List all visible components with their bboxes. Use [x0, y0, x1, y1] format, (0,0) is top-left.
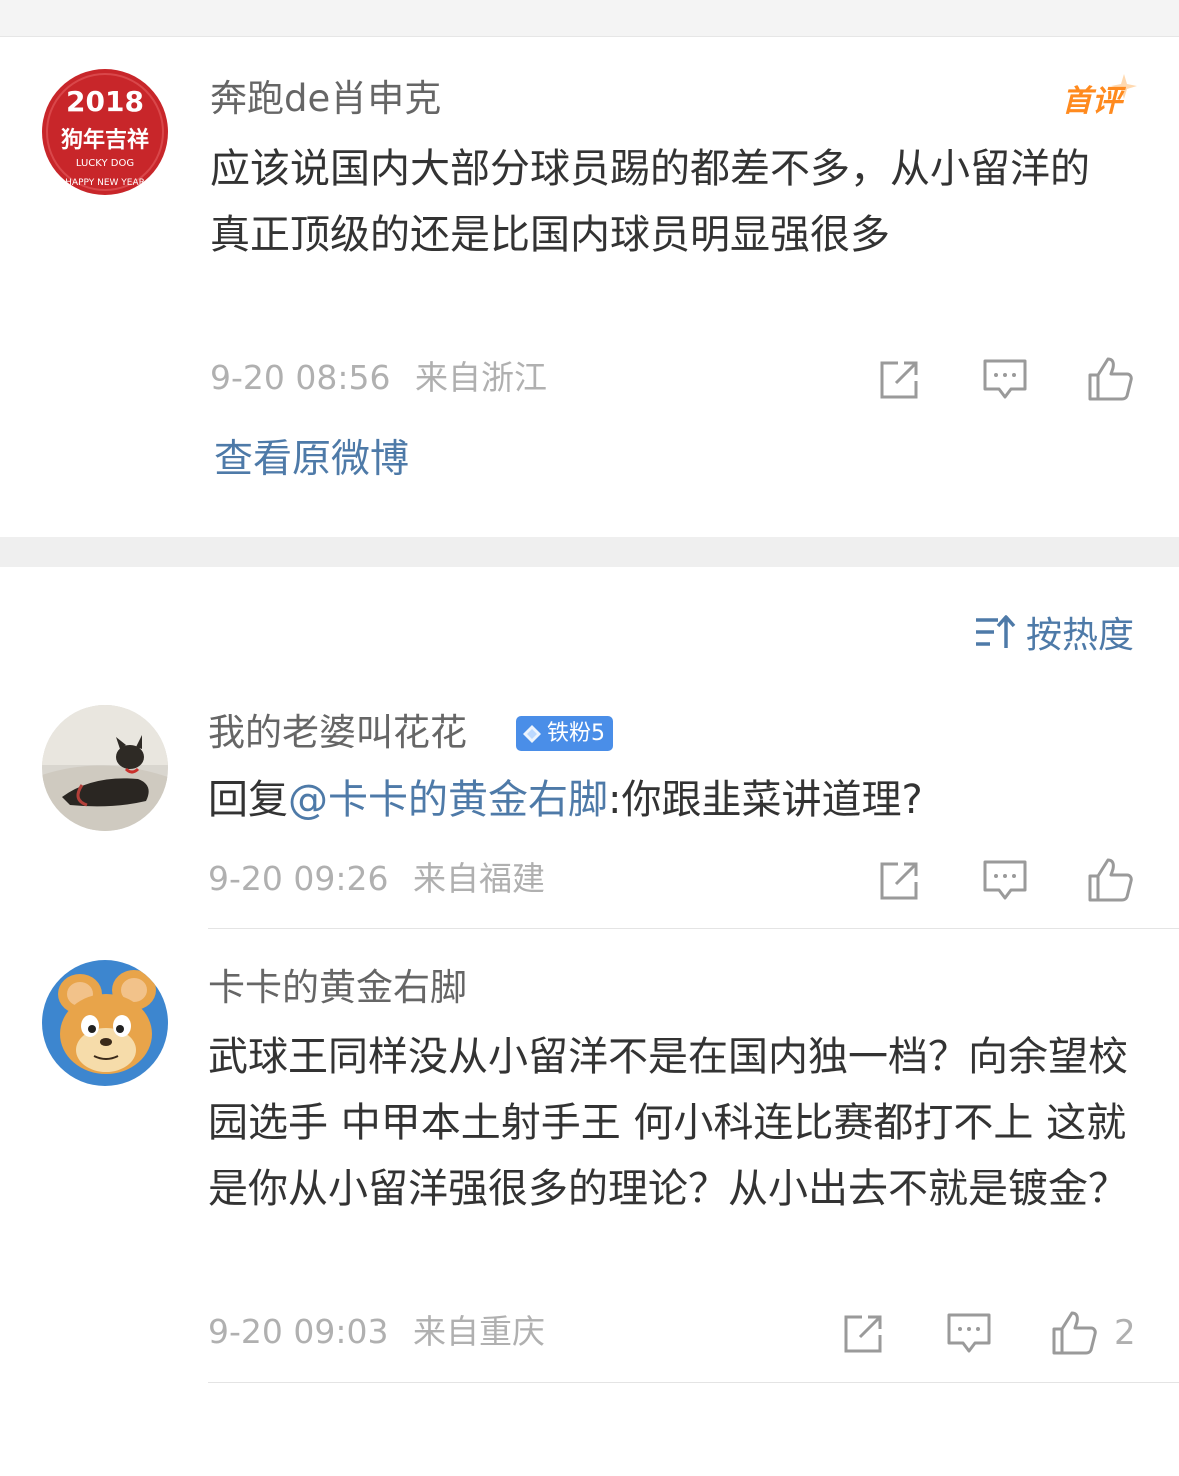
post-username[interactable]: 奔跑de肖申克	[210, 76, 441, 122]
avatar[interactable]	[42, 705, 168, 831]
share-icon[interactable]	[840, 1309, 888, 1357]
comment-meta: 9-20 09:26 来自福建	[208, 859, 545, 899]
comment-icon[interactable]	[981, 355, 1029, 403]
comment-time: 9-20 09:26	[208, 859, 389, 898]
sort-button[interactable]: 按热度	[974, 608, 1134, 656]
like-icon[interactable]	[1086, 355, 1134, 403]
dog-photo-avatar	[42, 705, 168, 831]
sort-label: 按热度	[1026, 615, 1135, 656]
fan-badge: 铁粉5	[516, 716, 613, 751]
share-icon[interactable]	[876, 856, 924, 904]
first-comment-label: 首评	[1062, 84, 1122, 119]
diamond-icon	[523, 724, 541, 743]
comment-time: 9-20 09:03	[208, 1312, 389, 1351]
comment-location: 来自福建	[413, 859, 545, 898]
avatar-footer: HAPPY NEW YEAR	[65, 178, 145, 188]
comment-location: 来自重庆	[413, 1312, 545, 1351]
avatar-2018-image: 2018 狗年吉祥 LUCKY DOG HAPPY NEW YEAR	[42, 69, 168, 195]
top-strip	[0, 0, 1179, 37]
comment-divider	[208, 1382, 1179, 1383]
avatar[interactable]: 2018 狗年吉祥 LUCKY DOG HAPPY NEW YEAR	[42, 69, 168, 195]
share-icon[interactable]	[876, 355, 924, 403]
comment-icon[interactable]	[945, 1309, 993, 1357]
comment-meta: 9-20 09:03 来自重庆	[208, 1312, 545, 1352]
reply-prefix: 回复	[208, 777, 288, 823]
like-icon[interactable]	[1086, 856, 1134, 904]
comment-username[interactable]: 卡卡的黄金右脚	[208, 965, 467, 1011]
like-icon[interactable]	[1050, 1309, 1098, 1357]
post-location: 来自浙江	[415, 358, 547, 397]
mention-link[interactable]: @卡卡的黄金右脚	[288, 777, 608, 823]
comment-divider	[208, 928, 1179, 929]
sort-icon	[976, 615, 1016, 648]
post-meta: 9-20 08:56 来自浙江	[210, 358, 547, 398]
first-comment-badge: 首评	[1058, 70, 1138, 119]
section-separator	[0, 537, 1179, 567]
view-original-link[interactable]: 查看原微博	[214, 436, 409, 484]
avatar-subtitle: LUCKY DOG	[76, 158, 134, 169]
like-count: 2	[1114, 1313, 1136, 1353]
fan-badge-label: 铁粉5	[547, 721, 605, 746]
avatar-year: 2018	[66, 85, 144, 118]
post-content: 应该说国内大部分球员踢的都差不多，从小留洋的真正顶级的还是比国内球员明显强很多	[210, 146, 1090, 258]
cartoon-mouse-avatar	[42, 960, 168, 1086]
post-time: 9-20 08:56	[210, 358, 391, 397]
reply-text: :你跟韭菜讲道理?	[608, 777, 923, 823]
comment-icon[interactable]	[981, 856, 1029, 904]
comment-username[interactable]: 我的老婆叫花花	[208, 710, 467, 756]
avatar[interactable]	[42, 960, 168, 1086]
comment-content: 武球王同样没从小留洋不是在国内独一档？向余望校园选手 中甲本土射手王 何小科连比…	[208, 1034, 1128, 1212]
comment-content: 回复@卡卡的黄金右脚:你跟韭菜讲道理?	[208, 767, 1108, 833]
avatar-title: 狗年吉祥	[61, 127, 149, 153]
